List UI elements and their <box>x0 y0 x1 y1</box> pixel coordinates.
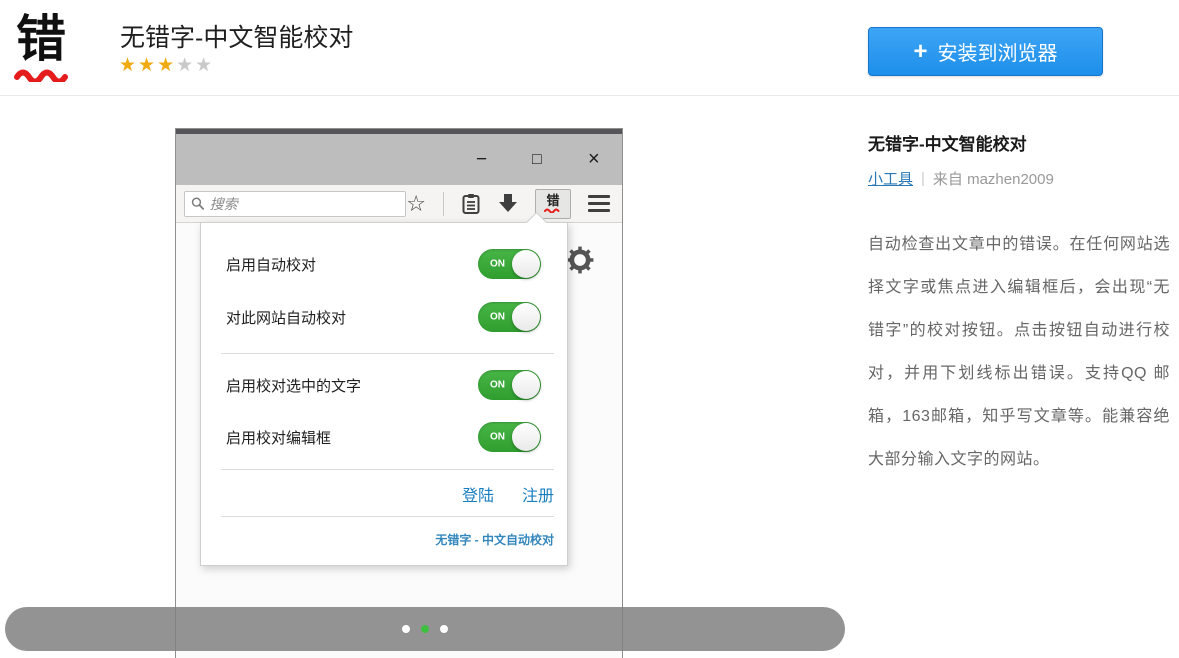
register-link: 注册 <box>522 482 554 506</box>
toggle-state-text: ON <box>490 432 505 443</box>
popup-divider <box>221 469 554 470</box>
extension-logo: 错 <box>10 12 72 82</box>
toggle-row-auto-proofread: 启用自动校对 ON <box>201 248 567 280</box>
extension-popup-panel: 启用自动校对 ON 对此网站自动校对 ON 启用校对选中的文字 <box>200 222 568 566</box>
bookmark-star-icon: ☆ <box>406 193 426 215</box>
toggle-state-text: ON <box>490 380 505 391</box>
extension-store-page: 错 无错字-中文智能校对 ★★★★★ + 安装到浏览器 − □ × <box>0 0 1179 658</box>
toggle-label: 启用校对编辑框 <box>226 427 331 448</box>
toolbar-icons: ☆ 错 <box>406 189 610 219</box>
toggle-knob <box>512 303 540 331</box>
extension-toolbar-button: 错 <box>535 189 571 219</box>
carousel-dot-1[interactable] <box>402 625 410 633</box>
page-header: 错 无错字-中文智能校对 ★★★★★ + 安装到浏览器 <box>0 0 1179 96</box>
carousel-dot-2-active[interactable] <box>421 625 429 633</box>
stars-empty: ★★ <box>176 55 214 76</box>
stars-filled: ★★★ <box>119 55 176 76</box>
search-icon <box>191 196 205 211</box>
menu-icon <box>588 195 610 212</box>
install-button-label: 安装到浏览器 <box>938 37 1058 66</box>
popup-divider <box>221 353 554 354</box>
window-titlebar: − □ × <box>176 134 622 185</box>
popup-account-links: 登陆 注册 <box>462 482 554 506</box>
extension-icon: 错 <box>546 194 559 207</box>
carousel-dot-3[interactable] <box>440 625 448 633</box>
plus-icon: + <box>913 40 927 64</box>
popup-footer-brand: 无错字 - 中文自动校对 <box>435 531 554 548</box>
browser-toolbar: ☆ 错 <box>176 185 622 223</box>
details-sidebar: 无错字-中文智能校对 小工具 | 来自 mazhen2009 自动检查出文章中的… <box>868 130 1170 481</box>
red-wave-underline-icon <box>13 66 69 82</box>
clipboard-icon <box>461 193 481 215</box>
carousel-bar <box>5 607 845 651</box>
mini-red-wave-icon <box>544 207 562 213</box>
toolbar-divider <box>443 192 444 216</box>
login-link: 登陆 <box>462 482 494 506</box>
install-button[interactable]: + 安装到浏览器 <box>868 27 1103 76</box>
popup-divider <box>221 516 554 517</box>
extension-description: 自动检查出文章中的错误。在任何网站选择文字或焦点进入编辑框后，会出现“无错字”的… <box>868 223 1170 481</box>
toggle-knob <box>512 371 540 399</box>
toggle-switch-on: ON <box>478 302 541 332</box>
search-field <box>210 196 400 212</box>
logo-character: 错 <box>10 12 72 66</box>
carousel-dots <box>5 625 845 633</box>
toggle-row-site-auto-proofread: 对此网站自动校对 ON <box>201 301 567 333</box>
toggle-state-text: ON <box>490 259 505 270</box>
toggle-label: 启用自动校对 <box>226 254 316 275</box>
toggle-state-text: ON <box>490 312 505 323</box>
toggle-row-selected-text: 启用校对选中的文字 ON <box>201 369 567 401</box>
star-rating: ★★★★★ <box>119 54 214 77</box>
download-icon <box>498 194 518 213</box>
meta-separator: | <box>921 170 925 187</box>
author-line: 来自 mazhen2009 <box>933 168 1054 189</box>
toggle-switch-on: ON <box>478 422 541 452</box>
toggle-switch-on: ON <box>478 249 541 279</box>
toggle-label: 启用校对选中的文字 <box>226 375 361 396</box>
toggle-knob <box>512 250 540 278</box>
minimize-icon: − <box>476 134 487 185</box>
toggle-row-edit-box: 启用校对编辑框 ON <box>201 421 567 453</box>
toggle-label: 对此网站自动校对 <box>226 307 346 328</box>
maximize-icon: □ <box>532 134 542 185</box>
close-icon: × <box>588 134 600 185</box>
gear-icon <box>566 246 594 274</box>
toggle-switch-on: ON <box>478 370 541 400</box>
browser-page-area: 启用自动校对 ON 对此网站自动校对 ON 启用校对选中的文字 <box>176 223 622 658</box>
search-input <box>184 191 406 217</box>
sidebar-meta: 小工具 | 来自 mazhen2009 <box>868 168 1170 189</box>
page-title: 无错字-中文智能校对 <box>120 18 353 54</box>
sidebar-title: 无错字-中文智能校对 <box>868 130 1170 155</box>
toggle-knob <box>512 423 540 451</box>
screenshot-browser-window: − □ × ☆ <box>175 128 623 658</box>
category-link[interactable]: 小工具 <box>868 168 913 189</box>
